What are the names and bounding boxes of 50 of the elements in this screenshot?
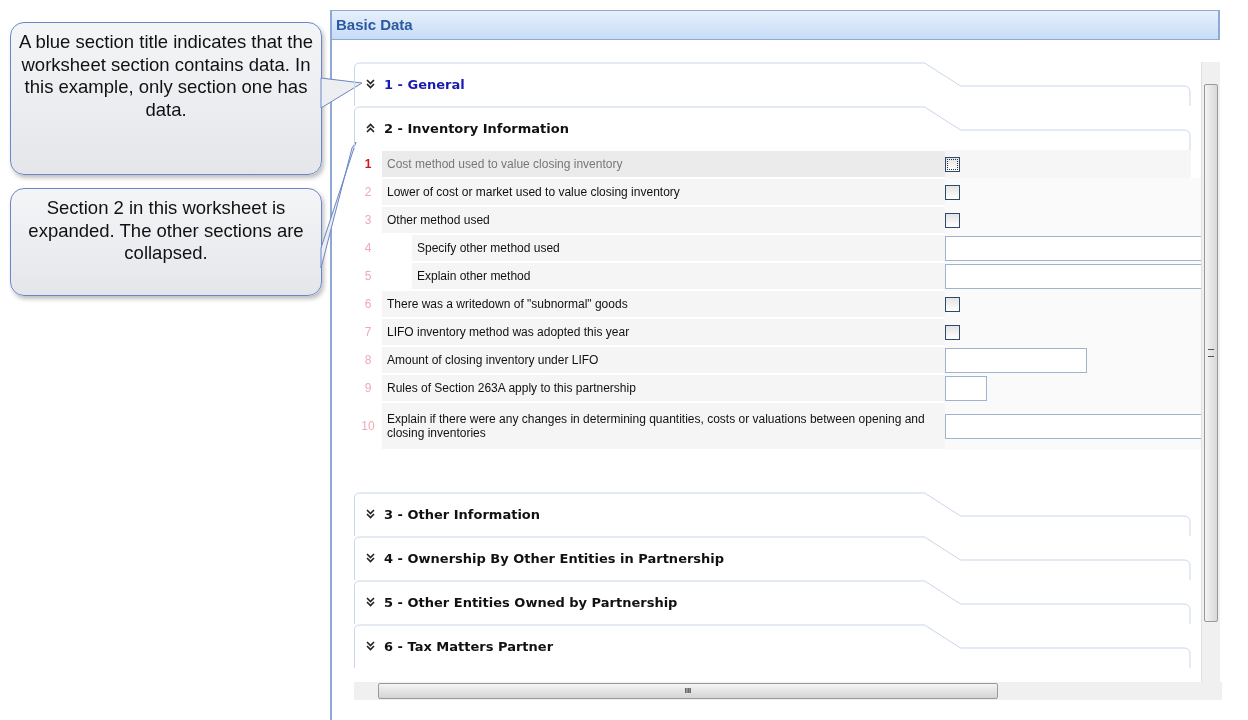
chevron-icon [366, 123, 375, 133]
field-label: Cost method used to value closing inventory [382, 151, 945, 177]
field-label: There was a writedown of "subnormal" goods [382, 291, 945, 317]
line-number: 5 [363, 269, 373, 283]
field-label: Explain other method [412, 263, 945, 289]
scroll-thumb[interactable]: III [378, 683, 998, 699]
vertical-scrollbar[interactable] [1201, 62, 1220, 682]
checkbox[interactable] [945, 184, 960, 200]
checkbox[interactable] [945, 212, 960, 228]
callout: Section 2 in this worksheet is expanded. The other sections are collapsed. [10, 188, 322, 296]
line-number: 1 [363, 157, 373, 171]
chevron-icon [366, 597, 375, 607]
field-label: LIFO inventory method was adopted this year [382, 319, 945, 345]
line-number: 2 [363, 185, 373, 199]
section-header[interactable]: 4 - Ownership By Other Entities in Partnership [354, 536, 1192, 580]
chevron-icon [366, 509, 375, 519]
section-header[interactable]: 2 - Inventory Information [354, 106, 1192, 150]
section-header[interactable]: 1 - General [354, 62, 1192, 106]
field-label: Specify other method used [412, 235, 945, 261]
chevron-icon [366, 553, 375, 563]
callout-pointer [320, 77, 363, 109]
section-header[interactable]: 6 - Tax Matters Partner [354, 624, 1192, 668]
input-field[interactable] [945, 235, 1201, 261]
line-number: 8 [363, 353, 373, 367]
panel-title: Basic Data [332, 11, 1220, 40]
input-field[interactable] [945, 413, 1201, 439]
callout: A blue section title indicates that the worksheet section contains data. In this example, only section one has data. [10, 22, 322, 175]
field-label: Lower of cost or market used to value closing inventory [382, 179, 945, 205]
line-number: 9 [363, 381, 373, 395]
line-number: 3 [363, 213, 373, 227]
checkbox[interactable] [945, 156, 960, 172]
line-number: 10 [360, 419, 376, 433]
field-label: Other method used [382, 207, 945, 233]
section-header[interactable]: 3 - Other Information [354, 492, 1192, 536]
checkbox[interactable] [945, 296, 960, 312]
checkbox[interactable] [945, 324, 960, 340]
input-field[interactable] [945, 263, 1201, 289]
scroll-thumb[interactable] [1204, 84, 1218, 622]
field-label: Amount of closing inventory under LIFO [382, 347, 945, 373]
horizontal-scrollbar[interactable]: III [354, 682, 1222, 700]
section-header[interactable]: 5 - Other Entities Owned by Partnership [354, 580, 1192, 624]
line-number: 6 [363, 297, 373, 311]
input-field[interactable] [945, 375, 987, 401]
field-label: Rules of Section 263A apply to this partnership [382, 375, 945, 401]
chevron-icon [366, 641, 375, 651]
line-number: 4 [363, 241, 373, 255]
line-number: 7 [363, 325, 373, 339]
field-label: Explain if there were any changes in determining quantities, costs or valuations between opening and closing inventories [382, 403, 945, 449]
chevron-icon [366, 79, 375, 89]
input-field[interactable] [945, 347, 1087, 373]
